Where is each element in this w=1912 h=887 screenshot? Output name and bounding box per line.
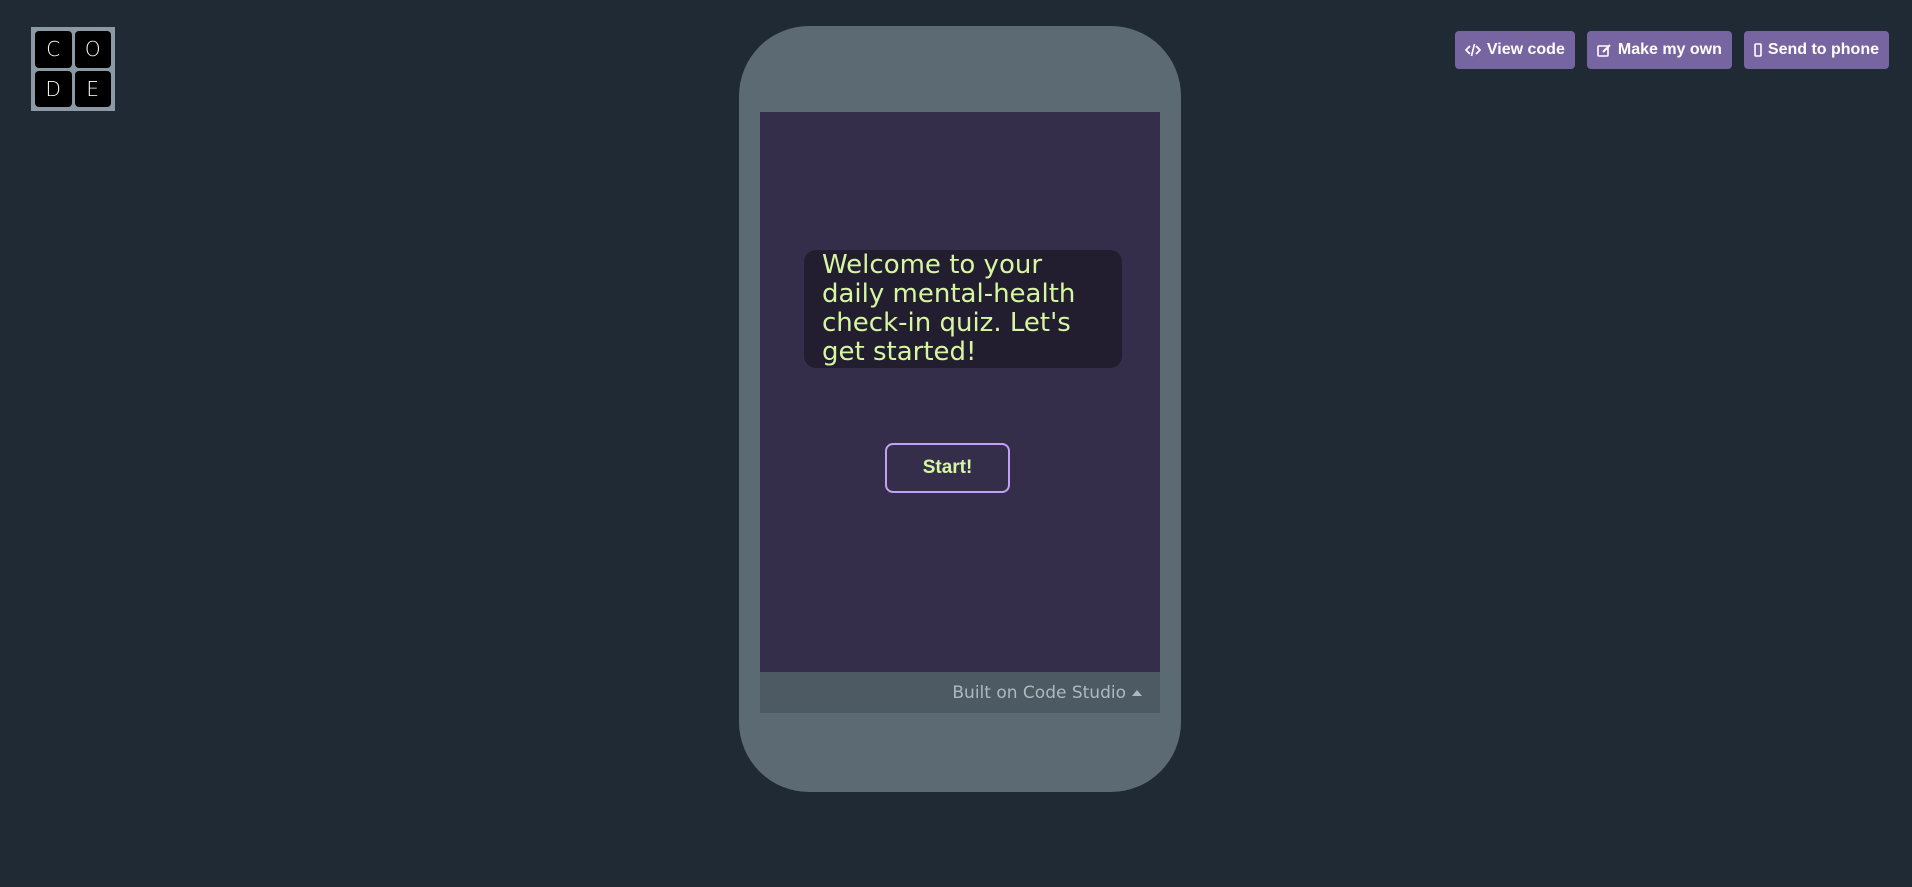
top-toolbar: View code Make my own Send to phone [1454, 31, 1889, 69]
built-on-code-studio-footer[interactable]: Built on Code Studio [760, 672, 1160, 713]
welcome-text: Welcome to your daily mental-health chec… [804, 250, 1122, 368]
send-to-phone-label: Send to phone [1767, 41, 1879, 58]
app-screen: Welcome to your daily mental-health chec… [760, 112, 1160, 672]
built-on-label: Built on Code Studio [952, 682, 1126, 703]
logo-letter-c: C [35, 31, 72, 68]
code-logo[interactable]: C O D E [31, 27, 115, 111]
logo-letter-e: E [74, 70, 111, 107]
make-my-own-label: Make my own [1617, 41, 1722, 58]
phone-icon [1754, 43, 1762, 57]
edit-icon [1597, 43, 1612, 58]
page: C O D E View code Make my own Send to ph… [0, 0, 1912, 887]
logo-letter-d: D [35, 70, 72, 107]
phone-frame: Welcome to your daily mental-health chec… [739, 26, 1181, 792]
start-button[interactable]: Start! [885, 443, 1010, 493]
send-to-phone-button[interactable]: Send to phone [1743, 31, 1889, 69]
view-code-label: View code [1486, 41, 1565, 58]
view-code-button[interactable]: View code [1454, 31, 1575, 69]
logo-letter-o: O [74, 31, 111, 68]
code-icon [1464, 43, 1481, 57]
caret-up-icon [1132, 689, 1142, 696]
make-my-own-button[interactable]: Make my own [1586, 31, 1732, 69]
